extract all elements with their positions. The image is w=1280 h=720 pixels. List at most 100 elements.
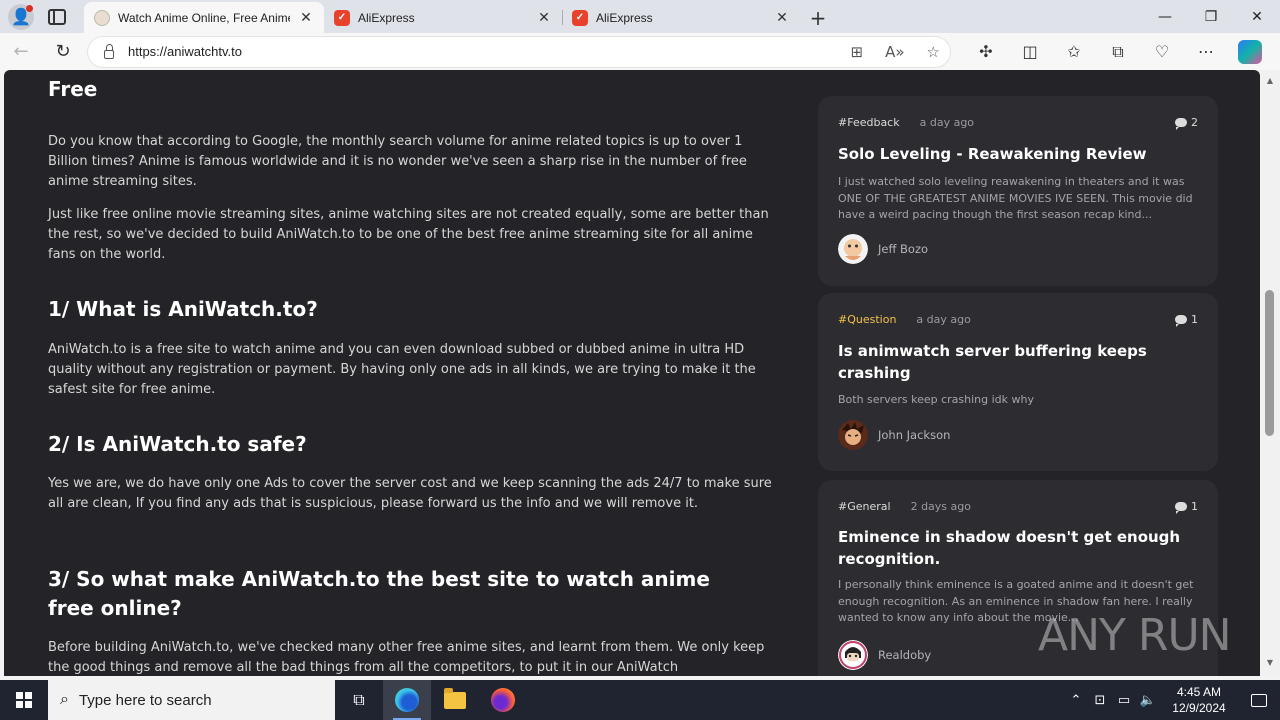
extensions-icon[interactable]: ✣ bbox=[964, 42, 1008, 61]
post-tag[interactable]: #General bbox=[838, 500, 891, 513]
author-name: Realdoby bbox=[878, 648, 932, 662]
post-meta: #Question a day ago 1 bbox=[838, 313, 1198, 327]
network-adapter-icon[interactable]: ⊡ bbox=[1088, 693, 1112, 708]
network-icon[interactable]: ▭ bbox=[1112, 693, 1136, 708]
post-tag[interactable]: #Question bbox=[838, 313, 896, 326]
browser-tab-strip: 👤 Watch Anime Online, Free Anime ✕ ✓ Ali… bbox=[0, 0, 1280, 33]
post-title[interactable]: Solo Leveling - Reawakening Review bbox=[838, 143, 1198, 165]
community-post-card[interactable]: #Feedback a day ago 2 Solo Leveling - Re… bbox=[818, 96, 1218, 286]
web-page: Free Do you know that according to Googl… bbox=[4, 70, 1260, 676]
browser-toolbar: ← ↻ https://aniwatchtv.to ⊞ A» ☆ ✣ ◫ ✩ ⧉… bbox=[0, 33, 1280, 70]
anyrun-watermark: ANY RUN bbox=[1038, 610, 1232, 661]
omnibox-icons: ⊞ A» ☆ bbox=[851, 43, 940, 61]
section-3-title: 3/ So what make AniWatch.to the best sit… bbox=[48, 567, 710, 620]
page-scrollbar[interactable]: ▲ ▼ bbox=[1260, 70, 1280, 676]
avatar bbox=[838, 234, 868, 264]
file-explorer-button[interactable] bbox=[431, 680, 479, 720]
avatar bbox=[838, 420, 868, 450]
search-icon: ⌕ bbox=[60, 691, 69, 708]
folder-icon bbox=[444, 687, 466, 709]
comment-count: 1 bbox=[1175, 500, 1198, 514]
tab-aniwatch[interactable]: Watch Anime Online, Free Anime ✕ bbox=[84, 2, 324, 33]
refresh-button[interactable]: ↻ bbox=[42, 33, 84, 70]
post-author[interactable]: John Jackson bbox=[838, 420, 950, 450]
post-tag[interactable]: #Feedback bbox=[838, 116, 900, 129]
notification-dot bbox=[26, 4, 33, 12]
tab-title: AliExpress bbox=[596, 10, 653, 25]
window-controls: — ❐ ✕ bbox=[1142, 0, 1280, 33]
post-meta: #General 2 days ago 1 bbox=[838, 500, 1198, 514]
aliexpress-favicon-icon: ✓ bbox=[334, 9, 350, 26]
comment-count-value: 1 bbox=[1191, 313, 1198, 326]
section-2-body: Yes we are, we do have only one Ads to c… bbox=[48, 476, 772, 511]
show-hidden-icons-chevron-up-icon[interactable]: ⌃ bbox=[1064, 693, 1088, 708]
windows-taskbar: ⌕ Type here to search ⧉ ⌃ ⊡ ▭ 🔈 4:45 AM … bbox=[0, 680, 1280, 720]
community-post-card[interactable]: #Question a day ago 1 Is animwatch serve… bbox=[818, 293, 1218, 471]
comment-count-value: 1 bbox=[1191, 500, 1198, 513]
start-button[interactable] bbox=[0, 680, 48, 720]
section-3-body: Before building AniWatch.to, we've check… bbox=[48, 640, 765, 675]
search-placeholder: Type here to search bbox=[78, 691, 212, 709]
task-view-icon: ⧉ bbox=[353, 690, 365, 709]
copilot-icon bbox=[1238, 39, 1262, 64]
collections-icon[interactable]: ⧉ bbox=[1096, 42, 1140, 62]
tab-title: Watch Anime Online, Free Anime bbox=[118, 10, 290, 25]
address-bar[interactable]: https://aniwatchtv.to ⊞ A» ☆ bbox=[88, 36, 950, 67]
comment-icon bbox=[1175, 502, 1187, 514]
close-window-button[interactable]: ✕ bbox=[1234, 0, 1280, 33]
system-tray: ⌃ ⊡ ▭ 🔈 4:45 AM 12/9/2024 bbox=[1064, 680, 1280, 720]
read-aloud-icon[interactable]: A» bbox=[885, 43, 904, 61]
post-title[interactable]: Eminence in shadow doesn't get enough re… bbox=[838, 526, 1198, 570]
lock-icon[interactable] bbox=[104, 43, 114, 59]
tab-aliexpress-1[interactable]: ✓ AliExpress ✕ bbox=[324, 2, 562, 33]
favorites-icon[interactable]: ✩ bbox=[1052, 42, 1096, 61]
clock-time: 4:45 AM bbox=[1176, 685, 1222, 699]
new-tab-button[interactable]: + bbox=[800, 2, 836, 33]
minimize-button[interactable]: — bbox=[1142, 0, 1188, 33]
profile-avatar-icon[interactable]: 👤 bbox=[8, 3, 34, 30]
settings-menu-icon[interactable]: ⋯ bbox=[1184, 42, 1228, 61]
scroll-up-arrow-icon[interactable]: ▲ bbox=[1260, 74, 1280, 88]
firefox-button[interactable] bbox=[479, 680, 527, 720]
post-excerpt: Both servers keep crashing idk why bbox=[838, 393, 1035, 406]
browser-essentials-icon[interactable]: ♡ bbox=[1140, 42, 1184, 61]
scroll-down-arrow-icon[interactable]: ▼ bbox=[1260, 656, 1280, 670]
tab-title: AliExpress bbox=[358, 10, 415, 25]
clock-date: 12/9/2024 bbox=[1172, 701, 1226, 715]
post-author[interactable]: Jeff Bozo bbox=[838, 234, 928, 264]
post-meta: #Feedback a day ago 2 bbox=[838, 116, 1198, 130]
edge-taskbar-button[interactable] bbox=[383, 680, 431, 720]
section-1-body: AniWatch.to is a free site to watch anim… bbox=[48, 342, 756, 397]
taskbar-clock[interactable]: 4:45 AM 12/9/2024 bbox=[1160, 684, 1238, 716]
app-available-icon[interactable]: ⊞ bbox=[851, 43, 864, 61]
post-time: a day ago bbox=[916, 313, 971, 326]
tab-close-icon[interactable]: ✕ bbox=[774, 9, 790, 26]
notification-icon bbox=[1251, 693, 1267, 707]
split-screen-icon[interactable]: ◫ bbox=[1008, 42, 1052, 61]
comment-count: 1 bbox=[1175, 313, 1198, 327]
post-title[interactable]: Is animwatch server buffering keeps cras… bbox=[838, 340, 1198, 384]
section-2-title: 2/ Is AniWatch.to safe? bbox=[48, 432, 307, 456]
aliexpress-favicon-icon: ✓ bbox=[572, 9, 588, 26]
firefox-icon bbox=[491, 688, 515, 712]
volume-icon[interactable]: 🔈 bbox=[1136, 693, 1160, 708]
restore-button[interactable]: ❐ bbox=[1188, 0, 1234, 33]
post-excerpt: I just watched solo leveling reawakening… bbox=[838, 175, 1193, 221]
url-text[interactable]: https://aniwatchtv.to bbox=[128, 44, 851, 59]
watermark-text: ANY RUN bbox=[1038, 610, 1232, 661]
scrollbar-thumb[interactable] bbox=[1265, 290, 1274, 436]
comment-count-value: 2 bbox=[1191, 116, 1198, 129]
tab-aliexpress-2[interactable]: ✓ AliExpress ✕ bbox=[562, 2, 800, 33]
copilot-button[interactable] bbox=[1228, 39, 1272, 64]
notification-center-button[interactable] bbox=[1238, 693, 1280, 707]
intro-paragraph-1: Do you know that according to Google, th… bbox=[48, 134, 747, 189]
tab-actions-icon[interactable] bbox=[48, 8, 66, 25]
back-button[interactable]: ← bbox=[0, 33, 42, 70]
task-view-button[interactable]: ⧉ bbox=[335, 680, 383, 720]
favorite-star-icon[interactable]: ☆ bbox=[927, 43, 940, 61]
tab-close-icon[interactable]: ✕ bbox=[536, 9, 552, 26]
tab-close-icon[interactable]: ✕ bbox=[298, 9, 314, 26]
post-author[interactable]: Realdoby bbox=[838, 640, 931, 670]
taskbar-search-box[interactable]: ⌕ Type here to search bbox=[48, 680, 335, 720]
tab-strip-left: 👤 bbox=[0, 0, 84, 33]
